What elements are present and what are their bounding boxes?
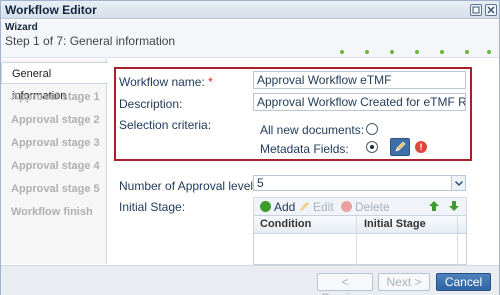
wizard-step: Step 1 of 7: General information	[5, 34, 176, 48]
workflow-name-label: Workflow name: *	[119, 75, 213, 89]
add-icon	[260, 201, 271, 212]
wizard-sidebar: General information Approval stage 1 App…	[1, 59, 108, 264]
initial-stage-grid[interactable]: Condition Initial Stage	[253, 215, 467, 266]
cancel-button[interactable]: Cancel	[436, 273, 491, 291]
close-icon[interactable]	[485, 4, 497, 16]
previous-button[interactable]: < Previous	[317, 273, 373, 295]
step-dot	[465, 50, 469, 54]
sidebar-item-approval-stage-5[interactable]: Approval stage 5	[1, 178, 107, 200]
sidebar-item-approval-stage-2[interactable]: Approval stage 2	[1, 109, 107, 131]
chevron-down-icon[interactable]	[451, 176, 465, 190]
selection-criteria-label: Selection criteria:	[119, 118, 212, 132]
all-new-documents-label: All new documents:	[260, 123, 365, 137]
wizard-header: Wizard Step 1 of 7: General information	[1, 20, 499, 58]
maximize-icon[interactable]	[470, 4, 482, 16]
metadata-fields-radio[interactable]	[366, 141, 378, 153]
edit-button[interactable]: Edit	[299, 199, 334, 215]
sidebar-item-approval-stage-4[interactable]: Approval stage 4	[1, 155, 107, 177]
approval-levels-select[interactable]: 5	[253, 175, 466, 191]
grid-toolbar: Add Edit Delete	[253, 197, 467, 215]
step-dot	[390, 50, 394, 54]
move-down-button[interactable]	[448, 199, 460, 215]
column-header-condition[interactable]: Condition	[260, 218, 311, 230]
step-dot	[487, 50, 491, 54]
step-progress	[1, 50, 499, 56]
sidebar-item-approval-stage-1[interactable]: Approval stage 1	[1, 86, 107, 108]
column-separator	[356, 216, 357, 266]
delete-button[interactable]: Delete	[341, 199, 390, 215]
sidebar-item-workflow-finish[interactable]: Workflow finish	[1, 201, 107, 223]
pencil-icon	[395, 141, 406, 152]
column-separator	[457, 216, 458, 266]
initial-stage-label: Initial Stage:	[119, 200, 186, 214]
sidebar-item-general-information[interactable]: General information	[1, 62, 108, 102]
step-dot	[440, 50, 444, 54]
approval-levels-label: Number of Approval levels:	[119, 179, 263, 193]
grid-header: Condition Initial Stage	[254, 216, 466, 234]
window-title: Workflow Editor	[5, 3, 97, 17]
arrow-down-icon	[449, 201, 459, 211]
delete-icon	[341, 201, 352, 212]
wizard-footer: < Previous Next > Cancel	[1, 265, 499, 295]
workflow-name-input[interactable]: Approval Workflow eTMF	[253, 71, 466, 89]
wizard-label: Wizard	[5, 22, 38, 33]
next-button[interactable]: Next >	[378, 273, 430, 291]
metadata-fields-label: Metadata Fields:	[260, 142, 349, 156]
title-bar: Workflow Editor	[1, 1, 499, 19]
edit-metadata-button[interactable]	[390, 138, 410, 156]
warning-icon: !	[415, 141, 427, 153]
arrow-up-icon	[429, 201, 439, 211]
sidebar-item-approval-stage-3[interactable]: Approval stage 3	[1, 132, 107, 154]
add-button[interactable]: Add	[260, 199, 295, 215]
approval-levels-value: 5	[257, 176, 264, 190]
step-dot	[415, 50, 419, 54]
description-label: Description:	[119, 97, 183, 111]
move-up-button[interactable]	[428, 199, 440, 215]
workflow-editor-window: Workflow Editor Wizard Step 1 of 7: Gene…	[0, 0, 500, 295]
step-dot	[365, 50, 369, 54]
description-input[interactable]: Approval Workflow Created for eTMF Room	[253, 93, 466, 111]
step-dot	[340, 50, 344, 54]
required-mark: *	[208, 75, 213, 89]
all-new-documents-radio[interactable]	[366, 123, 378, 135]
pencil-icon	[300, 202, 309, 211]
column-header-initial-stage[interactable]: Initial Stage	[364, 218, 426, 230]
